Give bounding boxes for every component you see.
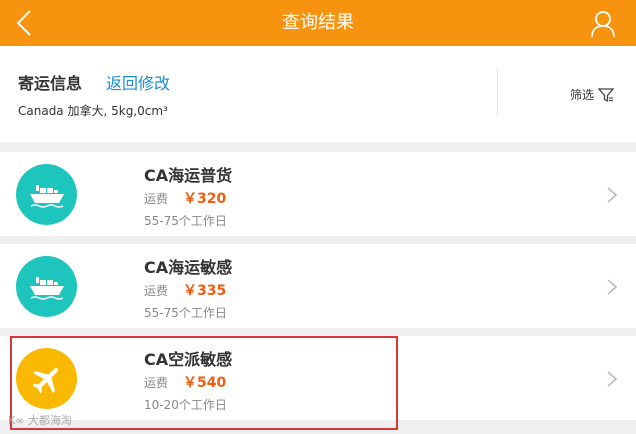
airplane-icon (16, 348, 77, 409)
edit-link[interactable]: 返回修改 (106, 70, 170, 94)
route-item[interactable]: CA空派敏感 运费 ￥540 10-20个工作日 (0, 336, 636, 420)
shipping-details: Canada 加拿大, 5kg,0cm³ (18, 104, 168, 118)
route-name: CA空派敏感 (144, 350, 233, 369)
delivery-time: 10-20个工作日 (144, 398, 227, 412)
filter-button[interactable]: 筛选 (570, 86, 615, 103)
page-title: 查询结果 (282, 12, 354, 33)
divider (497, 68, 498, 116)
ship-icon (16, 256, 77, 317)
delivery-time: 55-75个工作日 (144, 306, 227, 320)
filter-label: 筛选 (570, 88, 595, 102)
header-bar: 查询结果 (0, 0, 636, 46)
chevron-right-icon (607, 187, 618, 203)
chevron-right-icon (607, 371, 618, 387)
route-price: ￥320 (183, 191, 227, 207)
fee-label: 运费 (144, 284, 169, 298)
route-name: CA海运敏感 (144, 258, 233, 277)
route-item[interactable]: CA海运普货 运费 ￥320 55-75个工作日 (0, 152, 636, 236)
fee-label: 运费 (144, 376, 169, 390)
route-price: ￥540 (183, 375, 227, 391)
chevron-right-icon (607, 279, 618, 295)
ship-icon (16, 164, 77, 225)
watermark: K∞ 大都海淘 (8, 414, 72, 427)
filter-icon (598, 87, 615, 102)
route-name: CA海运普货 (144, 166, 233, 185)
fee-label: 运费 (144, 192, 169, 206)
route-item[interactable]: CA海运敏感 运费 ￥335 55-75个工作日 (0, 244, 636, 328)
user-icon[interactable] (590, 10, 616, 38)
shipping-info-panel: 寄运信息 返回修改 Canada 加拿大, 5kg,0cm³ 筛选 (0, 46, 636, 142)
shipping-info-label: 寄运信息 (18, 74, 83, 93)
delivery-time: 55-75个工作日 (144, 214, 227, 228)
route-price: ￥335 (183, 283, 227, 299)
